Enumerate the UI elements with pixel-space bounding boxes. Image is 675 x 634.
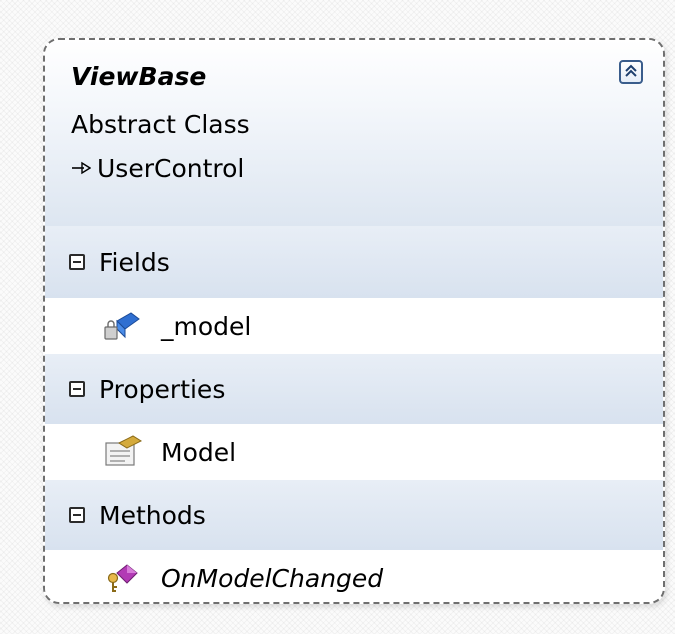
property-icon	[103, 435, 143, 469]
section-properties[interactable]: Properties	[45, 354, 663, 424]
protected-method-icon	[103, 561, 143, 595]
member-row-model-field[interactable]: _model	[45, 298, 663, 354]
class-shape[interactable]: ViewBase Abstract Class UserControl Fiel…	[43, 38, 665, 604]
member-label-model-property: Model	[161, 437, 237, 467]
private-field-icon	[103, 309, 143, 343]
collapse-minus-icon[interactable]	[69, 507, 85, 523]
double-chevron-up-icon	[624, 63, 638, 82]
inheritance-arrow-icon	[71, 157, 92, 181]
collapse-minus-icon[interactable]	[69, 381, 85, 397]
base-type-row: UserControl	[71, 154, 244, 183]
member-label-onmodelchanged: OnModelChanged	[161, 563, 384, 593]
collapse-minus-icon[interactable]	[69, 254, 85, 270]
class-header[interactable]: ViewBase Abstract Class UserControl	[45, 40, 663, 226]
collapse-button[interactable]	[619, 60, 643, 84]
member-label-model-field: _model	[161, 311, 252, 341]
section-label-properties: Properties	[99, 374, 226, 404]
class-name: ViewBase	[71, 62, 207, 91]
class-kind: Abstract Class	[71, 110, 250, 139]
base-type-label: UserControl	[97, 154, 245, 183]
section-fields[interactable]: Fields	[45, 226, 663, 298]
section-label-methods: Methods	[99, 500, 206, 530]
member-row-model-property[interactable]: Model	[45, 424, 663, 480]
section-label-fields: Fields	[99, 247, 170, 277]
member-row-onmodelchanged[interactable]: OnModelChanged	[45, 550, 663, 602]
section-methods[interactable]: Methods	[45, 480, 663, 550]
